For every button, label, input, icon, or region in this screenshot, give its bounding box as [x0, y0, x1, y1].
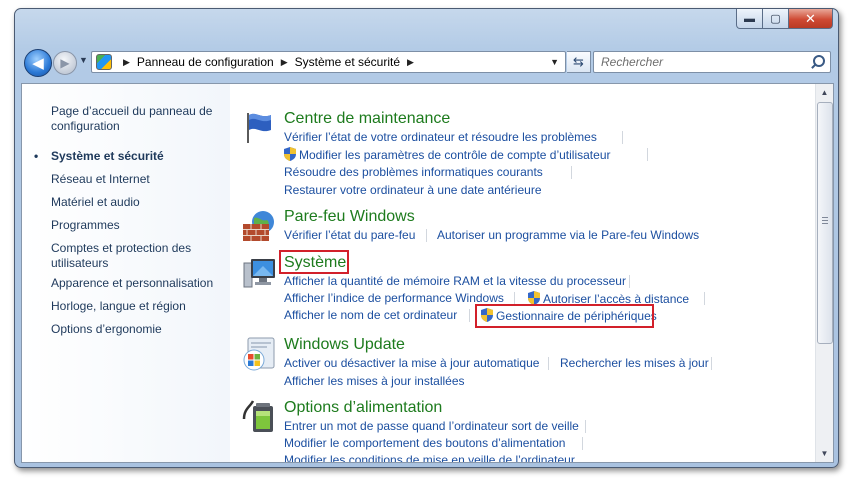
link-power-buttons[interactable]: Modifier le comportement des boutons d’a… [284, 436, 565, 451]
sidebar-item-network[interactable]: Réseau et Internet [51, 172, 226, 187]
flag-icon [247, 113, 271, 143]
scroll-down-button[interactable]: ▼ [817, 446, 832, 461]
link-separator [647, 148, 648, 161]
link-toggle-auto-update[interactable]: Activer ou désactiver la mise à jour aut… [284, 356, 539, 371]
grip-icon [822, 217, 828, 224]
search-icon[interactable] [810, 54, 826, 70]
sidebar-item-system-security[interactable]: • Système et sécurité [34, 149, 226, 164]
link-sleep-settings[interactable]: Modifier les conditions de mise en veill… [284, 453, 575, 462]
address-bar[interactable]: ▶ Panneau de configuration ▶ Système et … [91, 51, 566, 73]
category-title-firewall[interactable]: Pare-feu Windows [284, 207, 415, 227]
sidebar-item-hardware[interactable]: Matériel et audio [51, 195, 226, 210]
link-performance-index[interactable]: Afficher l’indice de performance Windows [284, 291, 504, 306]
category-title-power-options[interactable]: Options d’alimentation [284, 398, 442, 418]
link-check-computer-status[interactable]: Vérifier l’état de votre ordinateur et r… [284, 130, 597, 145]
link-password-on-wake[interactable]: Entrer un mot de passe quand l’ordinateu… [284, 419, 579, 434]
sidebar-item-label: Système et sécurité [51, 149, 164, 163]
breadcrumb-separator-icon[interactable]: ▶ [123, 57, 130, 68]
link-separator [711, 357, 712, 370]
category-title-maintenance[interactable]: Centre de maintenance [284, 109, 450, 129]
link-computer-name[interactable]: Afficher le nom de cet ordinateur [284, 308, 457, 323]
highlight-box-system [279, 250, 349, 274]
caption-buttons: ▬ ▢ ✕ [736, 9, 833, 29]
link-check-updates[interactable]: Rechercher les mises à jour [560, 356, 709, 371]
link-check-firewall-status[interactable]: Vérifier l’état du pare-feu [284, 228, 415, 243]
back-arrow-icon: ◀ [32, 55, 44, 72]
windows-update-icon [243, 337, 275, 371]
uac-shield-icon [284, 147, 296, 161]
category-title-windows-update[interactable]: Windows Update [284, 335, 405, 355]
chevron-down-icon: ▼ [79, 55, 88, 65]
firewall-icon [243, 211, 274, 241]
link-separator [469, 309, 470, 322]
active-bullet-icon: • [34, 149, 39, 163]
link-label: Modifier les paramètres de contrôle de c… [299, 148, 611, 162]
uac-shield-icon [528, 291, 540, 305]
link-restore-computer[interactable]: Restaurer votre ordinateur à une date an… [284, 183, 542, 198]
scroll-up-button[interactable]: ▲ [817, 85, 832, 100]
recent-pages-dropdown[interactable]: ▼ [79, 55, 88, 65]
breadcrumb-separator-icon[interactable]: ▶ [281, 57, 288, 68]
scroll-thumb[interactable] [817, 102, 833, 344]
refresh-button[interactable]: ⇆ [567, 51, 591, 73]
breadcrumb-separator-icon[interactable]: ▶ [407, 57, 414, 68]
control-panel-window: ▬ ▢ ✕ ◀ ▶ ▼ ▶ Panneau de configuration ▶… [14, 8, 839, 468]
link-separator [622, 131, 623, 144]
search-input[interactable] [599, 54, 810, 70]
maximize-button[interactable]: ▢ [763, 9, 789, 29]
computer-icon [243, 259, 275, 288]
minimize-button[interactable]: ▬ [736, 9, 763, 29]
close-button[interactable]: ✕ [789, 9, 833, 29]
sidebar-item-ease-of-access[interactable]: Options d’ergonomie [51, 322, 226, 337]
link-separator [585, 420, 586, 433]
navigation-pane: Page d’accueil du panneau de configurati… [22, 84, 230, 462]
address-dropdown-icon[interactable]: ▼ [550, 57, 559, 67]
power-options-icon [242, 400, 273, 432]
highlight-box-device-manager [475, 304, 654, 328]
link-troubleshoot[interactable]: Résoudre des problèmes informatiques cou… [284, 165, 543, 180]
forward-arrow-icon: ▶ [60, 56, 70, 70]
back-button[interactable]: ◀ [24, 49, 52, 77]
link-allow-program-firewall[interactable]: Autoriser un programme via le Pare-feu W… [437, 228, 699, 243]
search-box[interactable] [593, 51, 831, 73]
sidebar-item-accounts[interactable]: Comptes et protection des utilisateurs [51, 241, 226, 271]
breadcrumb-control-panel[interactable]: Panneau de configuration [137, 55, 274, 69]
forward-button[interactable]: ▶ [53, 51, 77, 75]
sidebar-item-home[interactable]: Page d’accueil du panneau de configurati… [51, 104, 226, 134]
vertical-scrollbar[interactable]: ▲ ▼ [815, 84, 833, 462]
control-panel-icon [96, 54, 112, 70]
link-separator [704, 292, 705, 305]
link-installed-updates[interactable]: Afficher les mises à jour installées [284, 374, 465, 389]
link-uac-settings[interactable]: Modifier les paramètres de contrôle de c… [284, 147, 610, 163]
content-area: Page d’accueil du panneau de configurati… [21, 83, 834, 463]
link-view-ram-processor[interactable]: Afficher la quantité de mémoire RAM et l… [284, 274, 626, 289]
sidebar-item-clock-language[interactable]: Horloge, langue et région [51, 299, 226, 314]
link-separator [629, 275, 630, 288]
sidebar-item-appearance[interactable]: Apparence et personnalisation [51, 276, 226, 291]
category-list: Centre de maintenance Vérifier l’état de… [230, 84, 815, 462]
breadcrumb-system-security[interactable]: Système et sécurité [295, 55, 400, 69]
sidebar-item-programs[interactable]: Programmes [51, 218, 226, 233]
link-separator [548, 357, 549, 370]
link-separator [426, 229, 427, 242]
link-separator [571, 166, 572, 179]
link-separator [582, 437, 583, 450]
refresh-icon: ⇆ [573, 54, 584, 69]
